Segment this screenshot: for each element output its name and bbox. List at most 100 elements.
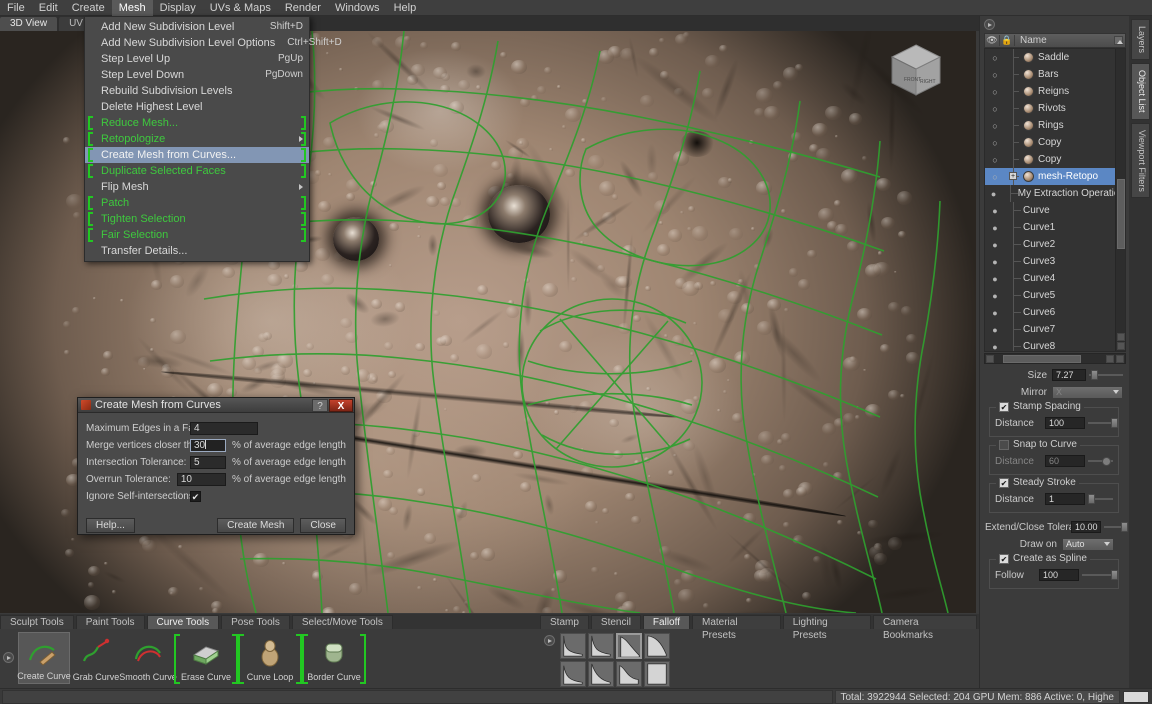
palette-tab-camera-bookmarks[interactable]: Camera Bookmarks — [873, 615, 977, 629]
palette-tab-material-presets[interactable]: Material Presets — [692, 615, 781, 629]
mesh-dropdown-menu[interactable]: Add New Subdivision LevelShift+DAdd New … — [84, 16, 310, 262]
visibility-toggle-icon[interactable]: ○ — [985, 87, 1005, 97]
object-list[interactable]: ○Saddle○Bars○Reigns○Rivots○Rings○Copy○Co… — [984, 48, 1126, 352]
object-list-item[interactable]: ●Curve8 — [985, 338, 1125, 352]
stamp-spacing-header[interactable]: ✔ Stamp Spacing — [996, 401, 1084, 412]
menu-option-duplicate-selected-faces[interactable]: Duplicate Selected Faces — [85, 163, 309, 179]
extend-close-slider[interactable] — [1104, 521, 1123, 533]
snap-to-curve-header[interactable]: ✔ Snap to Curve — [996, 439, 1080, 450]
panel-expand-icon[interactable] — [984, 19, 995, 30]
tool-panel-expand-icon[interactable] — [3, 652, 14, 663]
object-list-item[interactable]: ○Reigns — [985, 83, 1125, 100]
object-list-scrollbar[interactable] — [1115, 49, 1125, 351]
draw-on-dropdown[interactable]: Auto — [1062, 538, 1114, 551]
object-list-item[interactable]: ●Curve1 — [985, 219, 1125, 236]
visibility-toggle-icon[interactable]: ● — [985, 274, 1005, 284]
tool-tab-curve-tools[interactable]: Curve Tools — [147, 615, 220, 629]
object-list-item[interactable]: ○+mesh-Retopo — [985, 168, 1125, 185]
menu-option-rebuild-subdivision-levels[interactable]: Rebuild Subdivision Levels — [85, 83, 309, 99]
tool-smooth-curve[interactable]: Smooth Curve — [122, 632, 174, 684]
palette-tab-falloff[interactable]: Falloff — [643, 615, 690, 629]
falloff-linear[interactable] — [560, 661, 586, 687]
menu-option-retopologize[interactable]: Retopologize — [85, 131, 309, 147]
vertical-tab-layers[interactable]: Layers — [1131, 19, 1150, 60]
steady-distance-input[interactable]: 1 — [1045, 493, 1085, 505]
field-input-overrun-tolerance[interactable]: 10 — [177, 473, 226, 486]
falloff-medium[interactable] — [588, 633, 614, 659]
size-slider[interactable] — [1089, 369, 1123, 381]
steady-stroke-header[interactable]: ✔ Steady Stroke — [996, 477, 1079, 488]
visibility-toggle-icon[interactable]: ○ — [985, 121, 1005, 131]
scrollbar-thumb[interactable] — [1117, 179, 1125, 249]
close-button[interactable]: Close — [300, 518, 346, 533]
object-list-item[interactable]: ○Rivots — [985, 100, 1125, 117]
dialog-help-button[interactable]: ? — [312, 399, 328, 412]
menu-option-tighten-selection[interactable]: Tighten Selection — [85, 211, 309, 227]
object-list-item[interactable]: ●My Extraction Operation — [985, 185, 1125, 202]
visibility-toggle-icon[interactable]: ● — [985, 291, 1005, 301]
object-list-item[interactable]: ○Bars — [985, 66, 1125, 83]
snap-to-curve-checkbox[interactable]: ✔ — [999, 440, 1009, 450]
menu-item-mesh[interactable]: Mesh — [112, 0, 153, 16]
menu-option-fair-selection[interactable]: Fair Selection — [85, 227, 309, 243]
menu-item-uvs-maps[interactable]: UVs & Maps — [203, 0, 278, 16]
scroll-down-arrow[interactable] — [1117, 342, 1125, 350]
visibility-toggle-icon[interactable]: ○ — [985, 155, 1005, 165]
stamp-spacing-checkbox[interactable]: ✔ — [999, 402, 1009, 412]
visibility-toggle-icon[interactable]: ○ — [985, 70, 1005, 80]
visibility-toggle-icon[interactable]: ● — [985, 325, 1005, 335]
field-input-intersection-tolerance[interactable]: 5 — [190, 456, 226, 469]
menu-option-patch[interactable]: Patch — [85, 195, 309, 211]
snap-distance-input[interactable]: 60 — [1045, 455, 1085, 467]
visibility-toggle-icon[interactable]: ● — [985, 308, 1005, 318]
mirror-dropdown[interactable]: X — [1052, 386, 1123, 399]
object-list-item[interactable]: ●Curve5 — [985, 287, 1125, 304]
visibility-toggle-icon[interactable]: ○ — [985, 138, 1005, 148]
stamp-distance-input[interactable]: 100 — [1045, 417, 1085, 429]
view-tab-3d-view[interactable]: 3D View — [0, 17, 57, 31]
menu-option-delete-highest-level[interactable]: Delete Highest Level — [85, 99, 309, 115]
object-list-item[interactable]: ○Rings — [985, 117, 1125, 134]
scroll-up-arrow[interactable] — [1117, 333, 1125, 341]
hscroll-thumb[interactable] — [1003, 355, 1081, 363]
object-list-item[interactable]: ○Copy — [985, 151, 1125, 168]
falloff-flat[interactable] — [644, 661, 670, 687]
create-as-spline-header[interactable]: ✔ Create as Spline — [996, 553, 1090, 564]
dialog-close-button[interactable]: X — [329, 399, 353, 412]
menu-item-edit[interactable]: Edit — [32, 0, 65, 16]
palette-tab-lighting-presets[interactable]: Lighting Presets — [783, 615, 871, 629]
status-color-swatch[interactable] — [1123, 691, 1149, 703]
visibility-toggle-icon[interactable]: ○ — [985, 172, 1005, 182]
falloff-s-curve[interactable] — [616, 661, 642, 687]
menu-item-display[interactable]: Display — [153, 0, 203, 16]
hscroll-left-arrow[interactable] — [986, 355, 994, 363]
visibility-toggle-icon[interactable]: ● — [985, 342, 1005, 352]
object-list-item[interactable]: ●Curve3 — [985, 253, 1125, 270]
falloff-sharp[interactable] — [560, 633, 586, 659]
object-list-item[interactable]: ●Curve6 — [985, 304, 1125, 321]
hscroll-next-arrow[interactable] — [1116, 355, 1124, 363]
field-input-merge-vertices-closer-than[interactable]: 30 — [190, 439, 226, 452]
menu-option-add-new-subdivision-level[interactable]: Add New Subdivision LevelShift+D — [85, 19, 309, 35]
falloff-smooth[interactable] — [616, 633, 642, 659]
ignore-self-intersections-checkbox[interactable]: ✔ — [190, 491, 201, 502]
falloff-soft[interactable] — [644, 633, 670, 659]
vertical-tab-viewport-filters[interactable]: Viewport Filters — [1131, 123, 1150, 199]
object-list-hscrollbar[interactable] — [984, 353, 1126, 364]
steady-distance-slider[interactable] — [1088, 493, 1113, 505]
menu-item-create[interactable]: Create — [65, 0, 112, 16]
follow-slider[interactable] — [1082, 569, 1113, 581]
size-input[interactable]: 7.27 — [1052, 369, 1086, 381]
visibility-toggle-icon[interactable]: ○ — [985, 53, 1005, 63]
object-list-item[interactable]: ●Curve2 — [985, 236, 1125, 253]
visibility-toggle-icon[interactable]: ● — [985, 257, 1005, 267]
tool-tab-paint-tools[interactable]: Paint Tools — [76, 615, 145, 629]
create-as-spline-checkbox[interactable]: ✔ — [999, 554, 1009, 564]
follow-input[interactable]: 100 — [1039, 569, 1079, 581]
visibility-toggle-icon[interactable]: ● — [985, 223, 1005, 233]
visibility-toggle-icon[interactable]: ○ — [985, 104, 1005, 114]
tool-border-curve[interactable]: Border Curve — [308, 632, 360, 684]
extend-close-input[interactable]: 10.00 — [1071, 521, 1101, 533]
palette-tab-stamp[interactable]: Stamp — [540, 615, 589, 629]
visibility-toggle-icon[interactable]: ● — [985, 240, 1005, 250]
